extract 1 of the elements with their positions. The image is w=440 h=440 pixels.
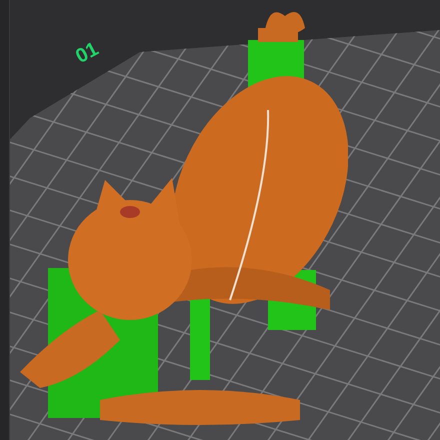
axis-label: 01 <box>71 37 104 70</box>
